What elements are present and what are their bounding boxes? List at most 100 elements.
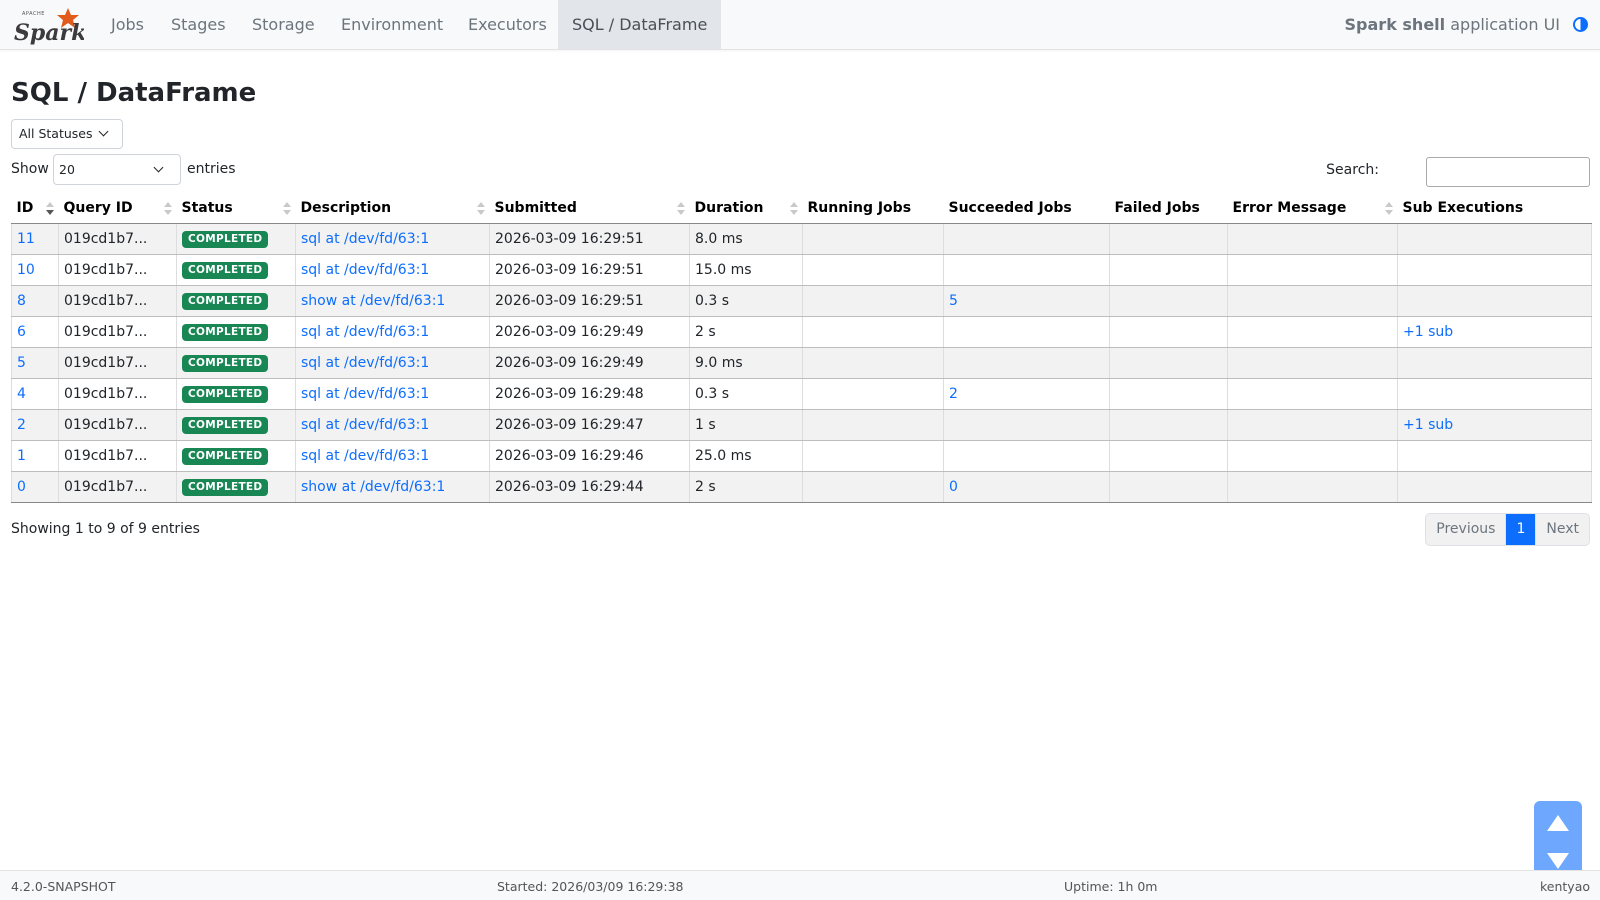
cell-running-jobs (802, 409, 944, 441)
description-link[interactable]: sql at /dev/fd/63:1 (301, 231, 429, 247)
column-header-id[interactable]: ID (11, 193, 59, 224)
cell-description: show at /dev/fd/63:1 (295, 471, 490, 503)
tab-sql-dataframe[interactable]: SQL / DataFrame (558, 0, 722, 49)
description-link[interactable]: sql at /dev/fd/63:1 (301, 262, 429, 278)
id-link[interactable]: 6 (17, 324, 26, 340)
tab-environment[interactable]: Environment (341, 0, 443, 49)
svg-text:APACHE: APACHE (22, 11, 45, 17)
column-header-succeeded-jobs: Succeeded Jobs (943, 193, 1110, 224)
cell-running-jobs (802, 316, 944, 348)
description-link[interactable]: sql at /dev/fd/63:1 (301, 448, 429, 464)
footer: 4.2.0-SNAPSHOT Started: 2026/03/09 16:29… (0, 870, 1600, 900)
description-link[interactable]: sql at /dev/fd/63:1 (301, 324, 429, 340)
succeeded-jobs-link[interactable]: 5 (949, 293, 958, 309)
succeeded-jobs-link[interactable]: 2 (949, 386, 958, 402)
tab-jobs[interactable]: Jobs (111, 0, 144, 49)
cell-succeeded-jobs: 5 (943, 285, 1110, 317)
cell-status: COMPLETED (176, 440, 296, 472)
cell-running-jobs (802, 347, 944, 379)
id-link[interactable]: 5 (17, 355, 26, 371)
description-link[interactable]: sql at /dev/fd/63:1 (301, 417, 429, 433)
column-header-sub-executions: Sub Executions (1397, 193, 1592, 224)
id-link[interactable]: 4 (17, 386, 26, 402)
app-title-suffix: application UI (1445, 15, 1560, 34)
id-link[interactable]: 11 (17, 231, 35, 247)
chevron-down-icon (153, 162, 164, 173)
cell-error-message (1227, 254, 1398, 286)
cell-status: COMPLETED (176, 471, 296, 503)
id-link[interactable]: 0 (17, 479, 26, 495)
column-header-label: Submitted (494, 199, 577, 216)
cell-sub-executions (1397, 471, 1592, 503)
status-filter-dropdown[interactable]: All Statuses (11, 119, 123, 149)
cell-failed-jobs (1109, 378, 1228, 410)
top-navbar: APACHE Spark Jobs Stages Storage Environ… (0, 0, 1600, 50)
sub-executions-link[interactable]: +1 sub (1403, 417, 1453, 433)
entries-label: entries (187, 161, 236, 177)
status-badge: COMPLETED (182, 416, 269, 434)
table-row: 11 019cd1b7... COMPLETED sql at /dev/fd/63:… (11, 223, 1592, 255)
column-header-submitted[interactable]: Submitted (489, 193, 690, 224)
previous-page-button[interactable]: Previous (1426, 514, 1507, 545)
scroll-up-icon[interactable] (1547, 815, 1569, 831)
cell-description: sql at /dev/fd/63:1 (295, 223, 490, 255)
cell-sub-executions (1397, 378, 1592, 410)
column-header-label: Running Jobs (807, 199, 912, 216)
cell-status: COMPLETED (176, 316, 296, 348)
theme-toggle-icon[interactable] (1573, 17, 1588, 32)
id-link[interactable]: 1 (17, 448, 26, 464)
column-header-status[interactable]: Status (176, 193, 296, 224)
sub-executions-link[interactable]: +1 sub (1403, 324, 1453, 340)
cell-running-jobs (802, 378, 944, 410)
id-link[interactable]: 10 (17, 262, 35, 278)
page-1-button[interactable]: 1 (1506, 514, 1536, 545)
column-header-label: Description (300, 199, 392, 216)
footer-version: 4.2.0-SNAPSHOT (11, 879, 116, 894)
cell-duration: 2 s (689, 471, 803, 503)
cell-submitted: 2026-03-09 16:29:46 (489, 440, 690, 472)
sort-icon (282, 202, 291, 216)
cell-duration: 0.3 s (689, 285, 803, 317)
footer-started: Started: 2026/03/09 16:29:38 (497, 879, 684, 894)
cell-submitted: 2026-03-09 16:29:49 (489, 347, 690, 379)
cell-query-id: 019cd1b7... (58, 223, 177, 255)
cell-status: COMPLETED (176, 409, 296, 441)
cell-id: 10 (11, 254, 59, 286)
scroll-down-icon[interactable] (1547, 853, 1569, 869)
cell-sub-executions: +1 sub (1397, 316, 1592, 348)
column-header-description[interactable]: Description (295, 193, 490, 224)
description-link[interactable]: show at /dev/fd/63:1 (301, 479, 445, 495)
succeeded-jobs-link[interactable]: 0 (949, 479, 958, 495)
description-link[interactable]: show at /dev/fd/63:1 (301, 293, 445, 309)
column-header-label: Sub Executions (1402, 199, 1524, 216)
status-badge: COMPLETED (182, 478, 269, 496)
cell-status: COMPLETED (176, 223, 296, 255)
tab-executors[interactable]: Executors (468, 0, 547, 49)
description-link[interactable]: sql at /dev/fd/63:1 (301, 355, 429, 371)
column-header-query-id[interactable]: Query ID (58, 193, 177, 224)
cell-succeeded-jobs: 0 (943, 471, 1110, 503)
tab-storage[interactable]: Storage (252, 0, 315, 49)
sort-icon (163, 202, 172, 216)
cell-running-jobs (802, 440, 944, 472)
cell-id: 6 (11, 316, 59, 348)
table-row: 6 019cd1b7... COMPLETED sql at /dev/fd/63:1… (11, 316, 1592, 348)
table-row: 0 019cd1b7... COMPLETED show at /dev/fd/63:… (11, 471, 1592, 503)
description-link[interactable]: sql at /dev/fd/63:1 (301, 386, 429, 402)
cell-duration: 0.3 s (689, 378, 803, 410)
column-header-error-message[interactable]: Error Message (1227, 193, 1398, 224)
column-header-duration[interactable]: Duration (689, 193, 803, 224)
page-size-select[interactable]: 20 (53, 154, 181, 185)
footer-uptime: Uptime: 1h 0m (1064, 879, 1158, 894)
search-input[interactable] (1426, 157, 1590, 187)
id-link[interactable]: 8 (17, 293, 26, 309)
cell-status: COMPLETED (176, 254, 296, 286)
spark-logo[interactable]: APACHE Spark (12, 4, 86, 46)
sort-icon (476, 202, 485, 216)
cell-error-message (1227, 223, 1398, 255)
next-page-button[interactable]: Next (1535, 514, 1589, 545)
id-link[interactable]: 2 (17, 417, 26, 433)
cell-failed-jobs (1109, 223, 1228, 255)
tab-stages[interactable]: Stages (171, 0, 226, 49)
cell-failed-jobs (1109, 440, 1228, 472)
